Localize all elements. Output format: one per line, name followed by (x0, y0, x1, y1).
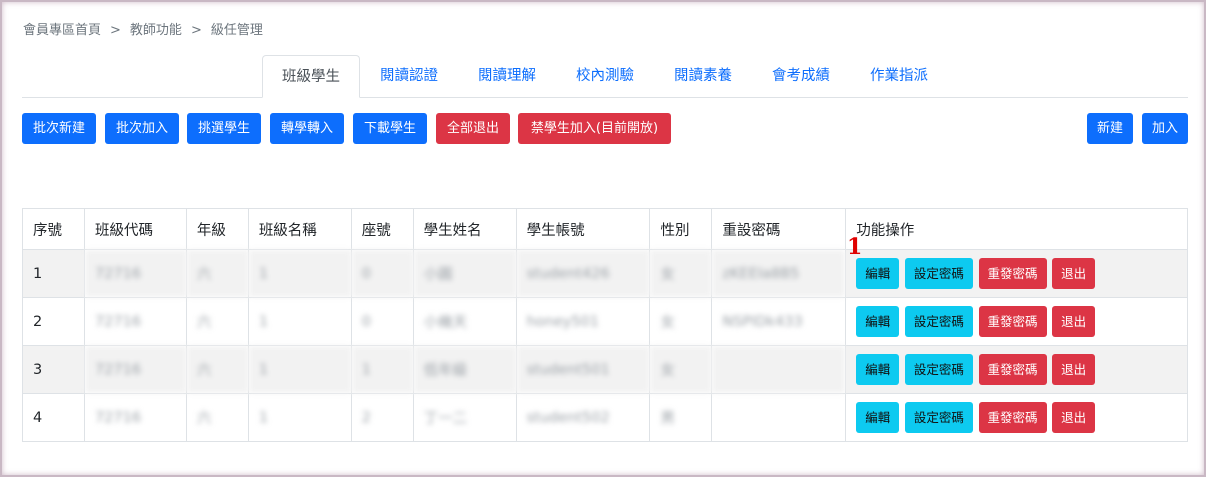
breadcrumb-teacher[interactable]: 教師功能 (130, 23, 182, 38)
reissue-password-button[interactable]: 重發密碼 (978, 402, 1047, 433)
header-class-code: 班級代碼 (83, 208, 187, 250)
cell-seat: 0 (350, 249, 414, 298)
tab-bar: 班級學生 閱讀認證 閱讀理解 校內測驗 閱讀素養 會考成績 作業指派 (22, 55, 1188, 98)
table-row: 3 72716 六 1 1 低年級 student501 女 編輯 設定密碼 重… (22, 345, 1188, 394)
remove-all-button[interactable]: 全部退出 (436, 113, 510, 144)
cell-class-code: 72716 (83, 249, 187, 298)
breadcrumb-current: 級任管理 (210, 23, 263, 38)
cell-actions: 編輯 設定密碼 重發密碼 退出 (845, 249, 1188, 298)
cell-gender: 女 (649, 297, 713, 346)
table-row: 4 72716 六 1 2 丁一二 student502 男 編輯 設定密碼 重… (22, 393, 1188, 442)
table-row: 2 72716 六 1 0 小幾天 honey501 女 NSPIDk433 編… (22, 297, 1188, 346)
edit-button[interactable]: 編輯 (856, 402, 900, 433)
cell-student-name: 小幾天 (412, 297, 517, 346)
cell-gender: 女 (649, 249, 713, 298)
remove-student-button[interactable]: 退出 (1052, 258, 1096, 289)
breadcrumb-separator: > (190, 23, 202, 38)
cell-class-name: 1 (247, 297, 352, 346)
tab-reading-cert[interactable]: 閱讀認證 (368, 55, 450, 97)
cell-student-name: 丁一二 (412, 393, 517, 442)
table-header-row: 序號 班級代碼 年級 班級名稱 座號 學生姓名 學生帳號 性別 重設密碼 功能操… (22, 208, 1188, 250)
cell-no: 2 (22, 297, 85, 346)
set-password-button[interactable]: 設定密碼 (904, 306, 973, 337)
batch-add-button[interactable]: 批次加入 (105, 113, 179, 144)
cell-class-name: 1 (247, 249, 352, 298)
tab-school-test[interactable]: 校內測驗 (564, 55, 646, 97)
remove-student-button[interactable]: 退出 (1052, 306, 1096, 337)
cell-student-name: 小圓 (412, 249, 517, 298)
set-password-button[interactable]: 設定密碼 (904, 402, 973, 433)
header-actions: 功能操作 (845, 208, 1188, 250)
cell-student-name: 低年級 (412, 345, 517, 394)
table-row: 1 72716 六 1 0 小圓 student426 女 zKEEIa8B5 … (22, 249, 1188, 298)
cell-reset-password: zKEEIa8B5 (711, 249, 847, 298)
header-gender: 性別 (649, 208, 713, 250)
cell-no: 3 (22, 345, 85, 394)
reissue-password-button[interactable]: 重發密碼 (978, 258, 1047, 289)
header-grade: 年級 (185, 208, 249, 250)
cell-grade: 六 (185, 393, 249, 442)
student-table: 序號 班級代碼 年級 班級名稱 座號 學生姓名 學生帳號 性別 重設密碼 功能操… (22, 208, 1188, 442)
batch-create-button[interactable]: 批次新建 (22, 113, 96, 144)
header-no: 序號 (22, 208, 85, 250)
cell-reset-password (711, 393, 847, 442)
header-student-name: 學生姓名 (412, 208, 517, 250)
cell-class-code: 72716 (83, 393, 187, 442)
add-button[interactable]: 加入 (1142, 113, 1188, 144)
edit-button[interactable]: 編輯 (856, 354, 900, 385)
annotation-marker: 1 (847, 234, 863, 260)
cell-class-name: 1 (247, 393, 352, 442)
cell-gender: 女 (649, 345, 713, 394)
tab-class-students[interactable]: 班級學生 (262, 55, 360, 98)
download-students-button[interactable]: 下載學生 (353, 113, 427, 144)
set-password-button[interactable]: 設定密碼 (904, 354, 973, 385)
cell-reset-password (711, 345, 847, 394)
cell-seat: 1 (350, 345, 414, 394)
remove-student-button[interactable]: 退出 (1052, 354, 1096, 385)
cell-student-account: student426 (515, 249, 651, 298)
header-seat: 座號 (350, 208, 414, 250)
cell-seat: 2 (350, 393, 414, 442)
tab-exam-results[interactable]: 會考成績 (760, 55, 842, 97)
edit-button[interactable]: 編輯 (856, 258, 900, 289)
cell-actions: 編輯 設定密碼 重發密碼 退出 (845, 345, 1188, 394)
breadcrumb-separator: > (110, 23, 121, 38)
cell-no: 1 (22, 249, 85, 298)
remove-student-button[interactable]: 退出 (1052, 402, 1096, 433)
header-class-name: 班級名稱 (247, 208, 352, 250)
breadcrumb: 會員專區首頁 > 教師功能 > 級任管理 (23, 19, 263, 38)
cell-reset-password: NSPIDk433 (711, 297, 847, 346)
cell-actions: 編輯 設定密碼 重發密碼 退出 (845, 393, 1188, 442)
cell-seat: 0 (350, 297, 414, 346)
cell-gender: 男 (649, 393, 713, 442)
create-button[interactable]: 新建 (1087, 113, 1133, 144)
cell-grade: 六 (185, 249, 249, 298)
cell-student-account: honey501 (515, 297, 651, 346)
cell-no: 4 (22, 393, 85, 442)
reissue-password-button[interactable]: 重發密碼 (978, 354, 1047, 385)
pick-students-button[interactable]: 挑選學生 (187, 113, 261, 144)
tab-reading-comprehension[interactable]: 閱讀理解 (466, 55, 548, 97)
cell-grade: 六 (185, 345, 249, 394)
header-student-account: 學生帳號 (515, 208, 651, 250)
breadcrumb-home[interactable]: 會員專區首頁 (23, 23, 101, 38)
tab-assign-homework[interactable]: 作業指派 (858, 55, 940, 97)
header-reset-password: 重設密碼 (711, 208, 847, 250)
transfer-in-button[interactable]: 轉學轉入 (270, 113, 344, 144)
reissue-password-button[interactable]: 重發密碼 (978, 306, 1047, 337)
cell-grade: 六 (185, 297, 249, 346)
cell-class-code: 72716 (83, 345, 187, 394)
block-join-button[interactable]: 禁學生加入(目前開放) (518, 113, 671, 144)
cell-student-account: student502 (515, 393, 651, 442)
tab-reading-literacy[interactable]: 閱讀素養 (662, 55, 744, 97)
edit-button[interactable]: 編輯 (856, 306, 900, 337)
cell-student-account: student501 (515, 345, 651, 394)
cell-class-code: 72716 (83, 297, 187, 346)
cell-class-name: 1 (247, 345, 352, 394)
set-password-button[interactable]: 設定密碼 (904, 258, 973, 289)
cell-actions: 編輯 設定密碼 重發密碼 退出 (845, 297, 1188, 346)
